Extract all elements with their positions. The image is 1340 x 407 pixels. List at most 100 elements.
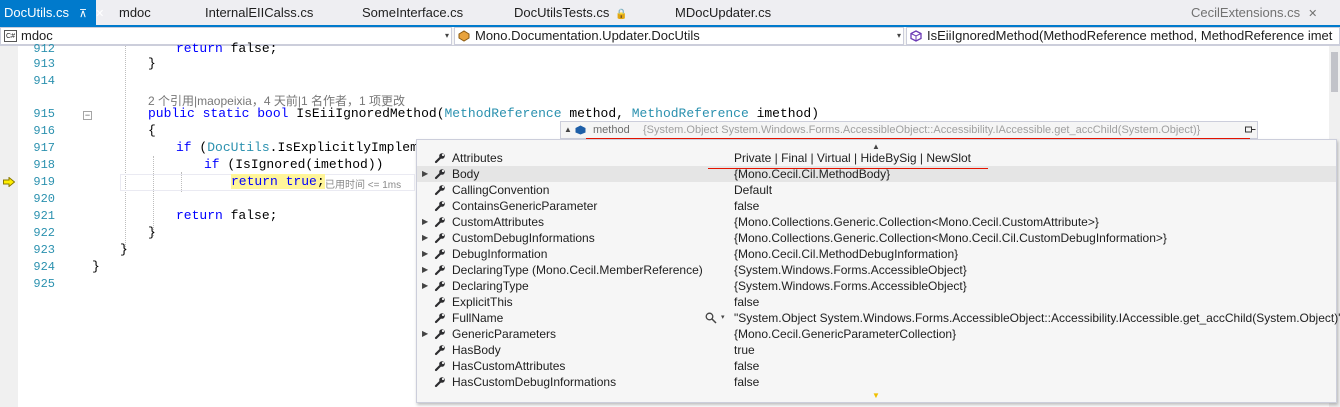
- tab-someinterface-cs[interactable]: SomeInterface.cs: [362, 0, 463, 25]
- property-name: CallingConvention: [452, 183, 550, 197]
- wrench-property-icon: [434, 297, 445, 308]
- property-value[interactable]: {Mono.Collections.Generic.Collection<Mon…: [734, 214, 1099, 230]
- pin-icon[interactable]: [1245, 124, 1256, 135]
- datatip-variable-value[interactable]: {System.Object System.Windows.Forms.Acce…: [643, 122, 1200, 138]
- expand-triangle-icon[interactable]: ▶: [422, 230, 428, 246]
- code-line-913[interactable]: }: [148, 56, 156, 71]
- keyword-if: if: [176, 140, 192, 155]
- tab-cecilextensions-cs[interactable]: CecilExtensions.cs ✕: [1191, 0, 1317, 25]
- class-icon: [458, 30, 471, 42]
- property-row[interactable]: ExplicitThis false: [417, 294, 1336, 310]
- datatip-property-grid[interactable]: ▲ Attributes Private | Final | Virtual | …: [416, 139, 1340, 403]
- code-line-923[interactable]: }: [120, 242, 128, 257]
- tab-docutilstests-cs[interactable]: DocUtilsTests.cs 🔒: [514, 0, 628, 25]
- property-row[interactable]: HasCustomAttributes false: [417, 358, 1336, 374]
- object-icon: [575, 125, 586, 135]
- property-value[interactable]: {Mono.Cecil.Cil.MethodDebugInformation}: [734, 246, 958, 262]
- code-line-915[interactable]: public static bool IsEiiIgnoredMethod(Me…: [148, 106, 819, 121]
- member-dropdown[interactable]: IsEiiIgnoredMethod(MethodReference metho…: [906, 27, 1340, 45]
- current-statement-arrow-icon: [3, 177, 15, 187]
- wrench-property-icon: [434, 281, 445, 292]
- code-line-921[interactable]: return false;: [176, 208, 277, 223]
- expand-triangle-icon[interactable]: ▶: [422, 262, 428, 278]
- lock-icon: 🔒: [615, 9, 628, 20]
- property-value[interactable]: Private | Final | Virtual | HideBySig | …: [734, 150, 971, 166]
- expand-triangle-icon[interactable]: ▶: [422, 214, 428, 230]
- code-text: false;: [222, 208, 278, 223]
- pin-icon[interactable]: ⊼: [79, 2, 87, 27]
- property-name: HasBody: [452, 343, 501, 357]
- property-value[interactable]: {Mono.Collections.Generic.Collection<Mon…: [734, 230, 1167, 246]
- expand-triangle-icon[interactable]: ▶: [422, 326, 428, 342]
- property-value[interactable]: false: [734, 294, 759, 310]
- code-text: (IsIgnored(imethod)): [219, 157, 384, 172]
- project-name: mdoc: [21, 28, 53, 43]
- close-icon[interactable]: ✕: [95, 2, 104, 27]
- wrench-property-icon: [434, 185, 445, 196]
- code-line-912[interactable]: return false;: [176, 41, 277, 56]
- expand-triangle-icon[interactable]: ▶: [422, 278, 428, 294]
- type-name: MethodReference: [631, 106, 749, 121]
- code-line-918[interactable]: if (IsIgnored(imethod)): [204, 157, 383, 172]
- keyword-return: return: [176, 41, 223, 56]
- property-name: FullName: [452, 311, 504, 325]
- property-row[interactable]: ▶ DeclaringType (Mono.Cecil.MemberReferen…: [417, 262, 1336, 278]
- scrollbar-thumb[interactable]: [1331, 52, 1338, 92]
- chevron-down-icon[interactable]: ▾: [721, 310, 725, 326]
- property-name: GenericParameters: [452, 327, 557, 341]
- datatip-header[interactable]: ▲ method {System.Object System.Windows.F…: [560, 121, 1258, 139]
- property-row[interactable]: Attributes Private | Final | Virtual | Hi…: [417, 150, 1336, 166]
- line-number: 915: [33, 107, 55, 121]
- property-value[interactable]: {System.Windows.Forms.AccessibleObject}: [734, 278, 967, 294]
- expand-triangle-icon[interactable]: ▶: [422, 166, 428, 182]
- property-value[interactable]: false: [734, 374, 759, 390]
- close-icon[interactable]: ✕: [1308, 2, 1317, 27]
- tab-internaleiicalss-cs[interactable]: InternalEIICalss.cs: [205, 0, 313, 25]
- magnifier-visualizer-icon[interactable]: [705, 312, 717, 324]
- tab-docutils-cs[interactable]: DocUtils.cs ⊼ ✕: [0, 0, 104, 27]
- elapsed-time-perftip[interactable]: 已用时间 <= 1ms: [325, 176, 401, 191]
- property-value[interactable]: Default: [734, 182, 772, 198]
- property-value[interactable]: true: [734, 342, 755, 358]
- property-value[interactable]: "System.Object System.Windows.Forms.Acce…: [734, 310, 1340, 326]
- collapse-triangle-icon[interactable]: ▲: [564, 122, 572, 138]
- line-number: 923: [33, 243, 55, 257]
- code-line-922[interactable]: }: [148, 225, 156, 240]
- property-row[interactable]: ▶ DeclaringType {System.Windows.Forms.Acce…: [417, 278, 1336, 294]
- property-row[interactable]: ▶ CustomAttributes {Mono.Collections.Gener…: [417, 214, 1336, 230]
- indent-guide: [125, 46, 126, 251]
- property-row[interactable]: ▶ DebugInformation {Mono.Cecil.Cil.MethodD…: [417, 246, 1336, 262]
- code-text: imethod): [748, 106, 819, 121]
- line-number: 920: [33, 192, 55, 206]
- glyph-margin[interactable]: [0, 46, 18, 407]
- wrench-property-icon: [434, 249, 445, 260]
- property-row[interactable]: FullName ▾ "System.Object System.Windows.F…: [417, 310, 1340, 326]
- outlining-collapse-toggle[interactable]: −: [83, 111, 92, 120]
- property-row[interactable]: HasCustomDebugInformations false: [417, 374, 1336, 390]
- tab-label: DocUtils.cs: [4, 5, 70, 20]
- code-line-924[interactable]: }: [92, 259, 100, 274]
- property-value[interactable]: false: [734, 358, 759, 374]
- property-row[interactable]: ContainsGenericParameter false: [417, 198, 1336, 214]
- member-name: IsEiiIgnoredMethod(MethodReference metho…: [927, 28, 1333, 43]
- tab-mdoc[interactable]: mdoc: [119, 0, 151, 25]
- property-value[interactable]: {System.Windows.Forms.AccessibleObject}: [734, 262, 967, 278]
- property-row[interactable]: ▶ GenericParameters {Mono.Cecil.GenericPar…: [417, 326, 1336, 342]
- code-line-917[interactable]: if (DocUtils.IsExplicitlyImplemente: [176, 140, 449, 155]
- property-value[interactable]: {Mono.Cecil.GenericParameterCollection}: [734, 326, 956, 342]
- property-value[interactable]: false: [734, 198, 759, 214]
- wrench-property-icon: [434, 265, 445, 276]
- property-row[interactable]: HasBody true: [417, 342, 1336, 358]
- property-name: CustomDebugInformations: [452, 231, 595, 245]
- type-dropdown[interactable]: Mono.Documentation.Updater.DocUtils ▾: [454, 27, 904, 45]
- code-line-916[interactable]: {: [148, 123, 156, 138]
- property-row[interactable]: CallingConvention Default: [417, 182, 1336, 198]
- tab-mdocupdater-cs[interactable]: MDocUpdater.cs: [675, 0, 771, 25]
- expand-triangle-icon[interactable]: ▶: [422, 246, 428, 262]
- property-row[interactable]: ▶ CustomDebugInformations {Mono.Collection…: [417, 230, 1336, 246]
- wrench-property-icon: [434, 361, 445, 372]
- wrench-property-icon: [434, 233, 445, 244]
- scroll-down-icon[interactable]: ▼: [872, 391, 880, 400]
- datatip-variable-name: method: [593, 124, 630, 136]
- code-line-919[interactable]: return true;: [231, 174, 325, 189]
